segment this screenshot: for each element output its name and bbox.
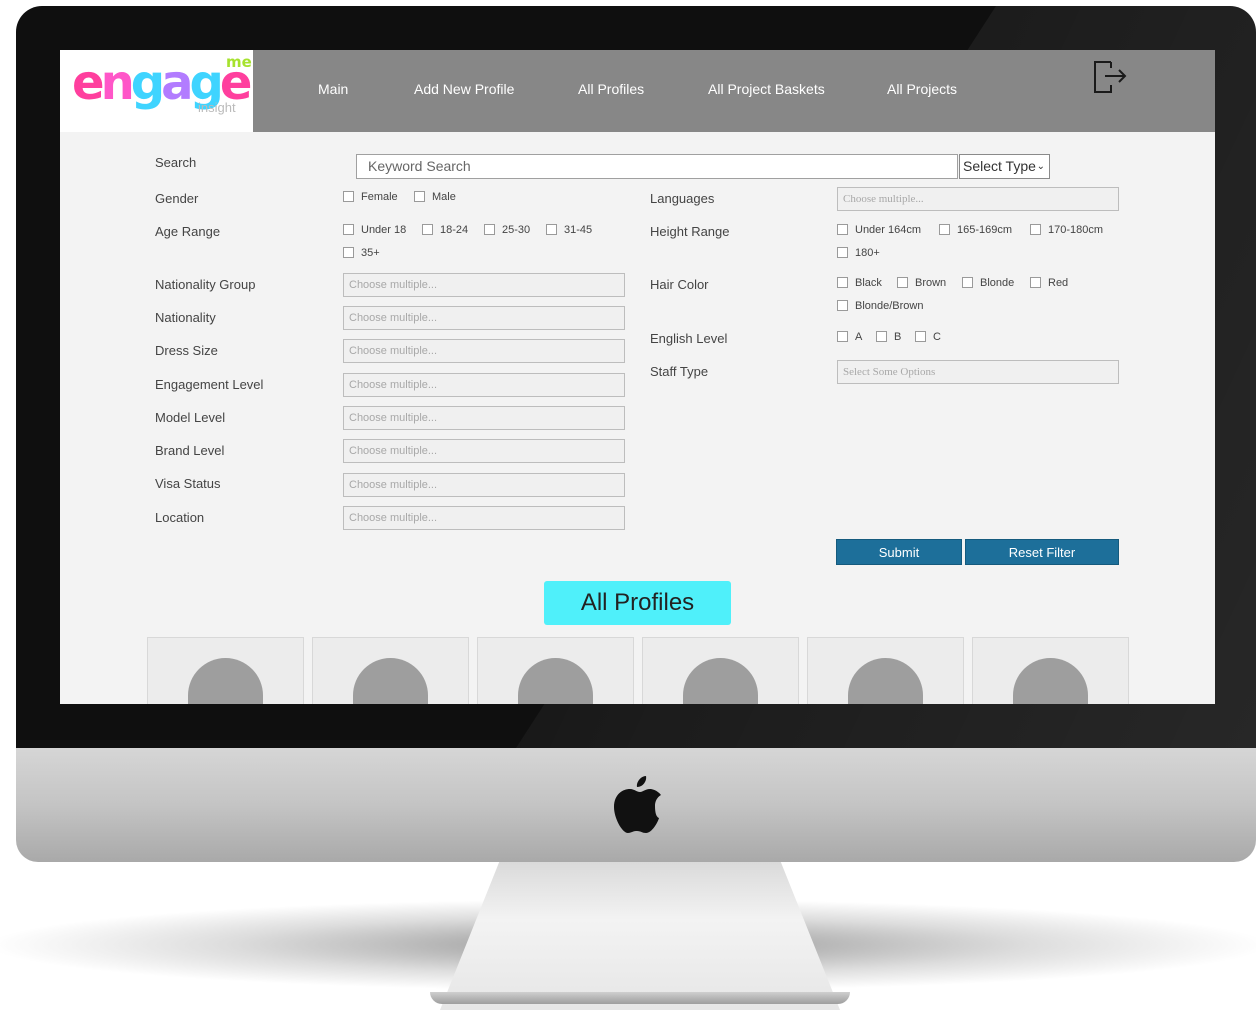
engagement-level-label: Engagement Level [155,377,264,392]
model-level-select[interactable]: Choose multiple... [343,406,625,430]
checkbox-170-180cm[interactable]: 170-180cm [1030,224,1103,236]
checkbox-under-164cm[interactable]: Under 164cm [837,224,921,236]
staff-type-select[interactable]: Select Some Options [837,360,1119,384]
location-label: Location [155,510,205,525]
monitor-stand-foot [430,992,850,1004]
avatar-placeholder [353,658,428,704]
staff-type-label: Staff Type [650,364,709,379]
search-label: Search [155,155,197,170]
languages-label: Languages [650,191,715,206]
profile-card[interactable] [477,637,634,704]
brand-level-label: Brand Level [155,443,225,458]
checkbox-english-a[interactable]: A [837,331,862,343]
visa-status-label: Visa Status [155,476,221,491]
search-input[interactable]: Keyword Search [356,154,958,179]
profile-card[interactable] [972,637,1129,704]
nav-all-projects[interactable]: All Projects [887,81,957,97]
logout-icon[interactable] [1092,58,1128,94]
nav-add-new-profile[interactable]: Add New Profile [414,81,514,97]
profile-card[interactable] [312,637,469,704]
avatar-placeholder [683,658,758,704]
avatar-placeholder [1013,658,1088,704]
visa-status-select[interactable]: Choose multiple... [343,473,625,497]
avatar-placeholder [848,658,923,704]
checkbox-red[interactable]: Red [1030,277,1068,289]
checkbox-english-b[interactable]: B [876,331,901,343]
gender-label: Gender [155,191,199,206]
languages-select[interactable]: Choose multiple... [837,187,1119,211]
english-level-label: English Level [650,331,728,346]
screen: engage me insight Main Add New Profile A… [60,50,1215,704]
checkbox-165-169cm[interactable]: 165-169cm [939,224,1012,236]
checkbox-female[interactable]: Female [343,191,398,203]
nationality-label: Nationality [155,310,216,325]
avatar-placeholder [518,658,593,704]
profile-card[interactable] [147,637,304,704]
profile-card[interactable] [807,637,964,704]
checkbox-male[interactable]: Male [414,191,456,203]
checkbox-brown[interactable]: Brown [897,277,946,289]
checkbox-180-plus[interactable]: 180+ [837,247,880,259]
apple-icon [614,776,661,833]
select-type-value: Select Type [963,158,1036,174]
nav-all-profiles[interactable]: All Profiles [578,81,644,97]
checkbox-35-plus[interactable]: 35+ [343,247,380,259]
submit-button[interactable]: Submit [836,539,962,565]
age-range-label: Age Range [155,224,221,239]
navbar: engage me insight Main Add New Profile A… [60,50,1215,132]
dress-size-label: Dress Size [155,343,218,358]
location-select[interactable]: Choose multiple... [343,506,625,530]
avatar-placeholder [188,658,263,704]
chevron-down-icon: ⌄ [1036,161,1045,172]
nav-main[interactable]: Main [318,81,348,97]
checkbox-25-30[interactable]: 25-30 [484,224,530,236]
checkbox-english-c[interactable]: C [915,331,941,343]
logo[interactable]: engage me insight [60,50,253,132]
checkbox-black[interactable]: Black [837,277,882,289]
checkbox-under-18[interactable]: Under 18 [343,224,406,236]
all-profiles-heading: All Profiles [544,581,731,625]
height-range-label: Height Range [650,224,730,239]
hair-color-label: Hair Color [650,277,709,292]
engagement-level-select[interactable]: Choose multiple... [343,373,625,397]
nationality-group-select[interactable]: Choose multiple... [343,273,625,297]
nationality-group-label: Nationality Group [155,277,256,292]
monitor-stand [440,860,840,1010]
nav-all-project-baskets[interactable]: All Project Baskets [708,81,825,97]
nationality-select[interactable]: Choose multiple... [343,306,625,330]
brand-level-select[interactable]: Choose multiple... [343,439,625,463]
reset-filter-button[interactable]: Reset Filter [965,539,1119,565]
select-type-dropdown[interactable]: Select Type ⌄ [959,154,1050,179]
dress-size-select[interactable]: Choose multiple... [343,339,625,363]
logo-tagline: insight [198,100,236,115]
logo-me: me [226,53,252,71]
checkbox-18-24[interactable]: 18-24 [422,224,468,236]
checkbox-blonde-brown[interactable]: Blonde/Brown [837,300,924,312]
model-level-label: Model Level [155,410,226,425]
checkbox-blonde[interactable]: Blonde [962,277,1014,289]
profile-card[interactable] [642,637,799,704]
checkbox-31-45[interactable]: 31-45 [546,224,592,236]
